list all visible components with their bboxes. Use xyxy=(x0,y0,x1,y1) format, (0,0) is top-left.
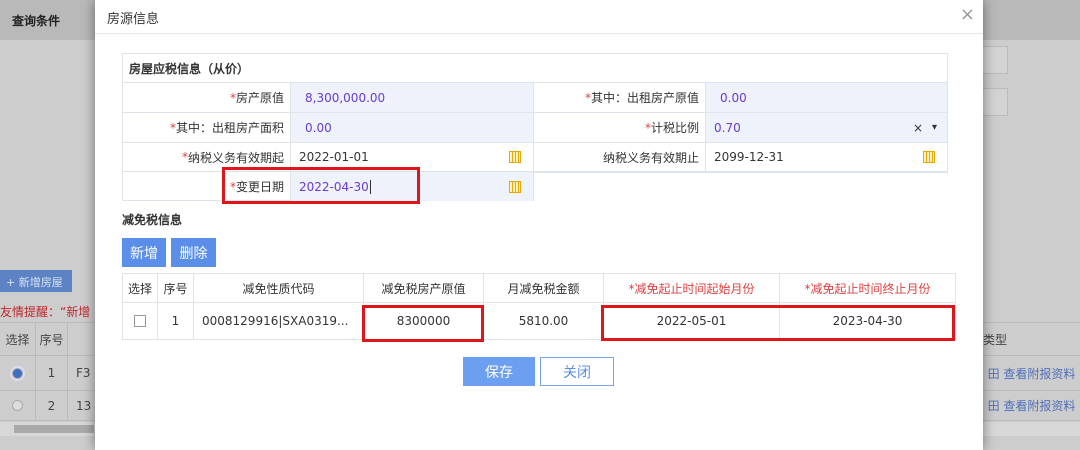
highlight-box xyxy=(362,305,484,342)
field-label: 纳税义务有效期止 xyxy=(534,143,706,172)
col-seq: 序号 xyxy=(36,323,68,355)
col-select: 选择 xyxy=(0,323,36,355)
scrollbar-thumb[interactable] xyxy=(14,425,94,433)
tax-ratio-value: 0.70 xyxy=(714,120,741,135)
row-seq: 2 xyxy=(36,391,68,420)
clear-icon[interactable]: × xyxy=(913,121,923,135)
row-radio[interactable] xyxy=(12,367,23,379)
row-radio[interactable] xyxy=(12,400,23,411)
row-code: F3 xyxy=(68,356,98,390)
highlight-box xyxy=(222,167,420,204)
add-button[interactable]: 新增 xyxy=(122,238,166,267)
divider xyxy=(95,33,983,34)
close-icon[interactable]: × xyxy=(960,4,975,25)
query-title: 查询条件 xyxy=(12,14,61,28)
row-seq: 1 xyxy=(36,356,68,390)
add-house-button[interactable]: + 新增房屋 xyxy=(0,270,72,292)
tip-text: 友情提醒：“新增 xyxy=(0,305,91,319)
calendar-icon[interactable] xyxy=(509,151,521,163)
close-button[interactable]: 关闭 xyxy=(540,357,614,386)
view-attachment-link[interactable]: 田 查看附报资料 xyxy=(983,356,1080,390)
row-code: 13 xyxy=(68,391,98,420)
row-checkbox[interactable] xyxy=(134,315,146,327)
calendar-icon[interactable] xyxy=(923,151,935,163)
field-label: * 房产原值 xyxy=(123,83,291,113)
view-attachment-link[interactable]: 田 查看附报资料 xyxy=(983,391,1080,420)
relief-code[interactable]: 0008129916|SXA0319... xyxy=(194,303,364,339)
calendar-icon[interactable] xyxy=(509,180,521,193)
delete-button[interactable]: 删除 xyxy=(171,238,216,267)
tax-ratio-select[interactable]: 0.70 × ▾ xyxy=(706,113,947,143)
save-button[interactable]: 保存 xyxy=(463,357,535,386)
field-label: * 其中：出租房产面积 xyxy=(123,113,291,143)
monthly-amount: 5810.00 xyxy=(484,303,604,339)
rent-area-field[interactable]: 0.00 xyxy=(291,113,534,143)
section-title: 减免税信息 xyxy=(122,213,183,227)
highlight-box xyxy=(601,305,955,341)
section-title: 房屋应税信息（从价） xyxy=(123,54,947,83)
table-header: 选择 序号 减免性质代码 减免税房产原值 月减免税金额 *减免起止时间起始月份 … xyxy=(123,274,955,303)
house-info-dialog: 房源信息 × 房屋应税信息（从价） * 房产原值 8,300,000.00 * 其中… xyxy=(95,0,983,450)
dialog-title: 房源信息 xyxy=(107,12,160,27)
rent-value-field[interactable]: 0.00 xyxy=(706,83,947,113)
field-label: * 其中：出租房产原值 xyxy=(534,83,706,113)
chevron-down-icon[interactable]: ▾ xyxy=(932,122,937,133)
house-value-field[interactable]: 8,300,000.00 xyxy=(291,83,534,113)
end-date-field[interactable]: 2099-12-31 xyxy=(706,143,947,172)
col-type: 类型 xyxy=(983,332,1008,347)
field-label: * 计税比例 xyxy=(534,113,706,143)
